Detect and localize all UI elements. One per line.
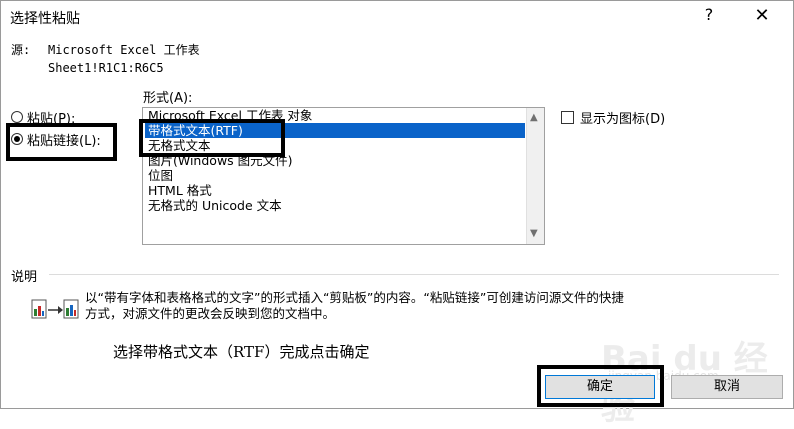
format-label: 形式(A): (143, 91, 193, 106)
scroll-down-icon[interactable]: ▼ (530, 228, 538, 239)
display-as-icon-checkbox[interactable] (561, 111, 574, 124)
title-bar: 选择性粘贴 ? ✕ (1, 1, 793, 33)
highlight-box-paste-link (6, 123, 117, 161)
help-icon[interactable]: ? (701, 5, 717, 24)
instruction-caption: 选择带格式文本（RTF）完成点击确定 (113, 343, 370, 361)
description-line-1: 以“带有字体和表格格式的文字”的形式插入“剪贴板”的内容。“粘贴链接”可创建访问… (85, 290, 624, 305)
description-divider (49, 274, 779, 275)
highlight-box-rtf (139, 119, 285, 157)
format-item[interactable]: 无格式的 Unicode 文本 (145, 198, 525, 213)
cancel-button[interactable]: 取消 (671, 375, 783, 399)
description-label: 说明 (11, 270, 38, 285)
description-line-2: 方式，对源文件的更改会反映到您的文档中。 (85, 306, 336, 321)
dialog-title: 选择性粘贴 (10, 11, 80, 27)
highlight-box-ok (537, 365, 664, 407)
format-item[interactable]: HTML 格式 (145, 183, 525, 198)
paste-link-icon (31, 299, 79, 319)
close-icon[interactable]: ✕ (753, 5, 771, 26)
format-list-scrollbar[interactable]: ▲ ▼ (526, 108, 544, 244)
description-text: 以“带有字体和表格格式的文字”的形式插入“剪贴板”的内容。“粘贴链接”可创建访问… (85, 290, 785, 322)
source-range: Sheet1!R1C1:R6C5 (48, 61, 164, 75)
source-label: 源: (11, 43, 31, 57)
source-app: Microsoft Excel 工作表 (48, 43, 200, 57)
paste-special-dialog: 选择性粘贴 ? ✕ 源: Microsoft Excel 工作表 Sheet1!… (0, 0, 794, 428)
paste-radio[interactable] (11, 111, 23, 123)
format-item[interactable]: 位图 (145, 168, 525, 183)
display-as-icon-option[interactable]: 显示为图标(D) (561, 108, 665, 127)
display-as-icon-label: 显示为图标(D) (580, 112, 666, 127)
scroll-up-icon[interactable]: ▲ (530, 112, 538, 123)
